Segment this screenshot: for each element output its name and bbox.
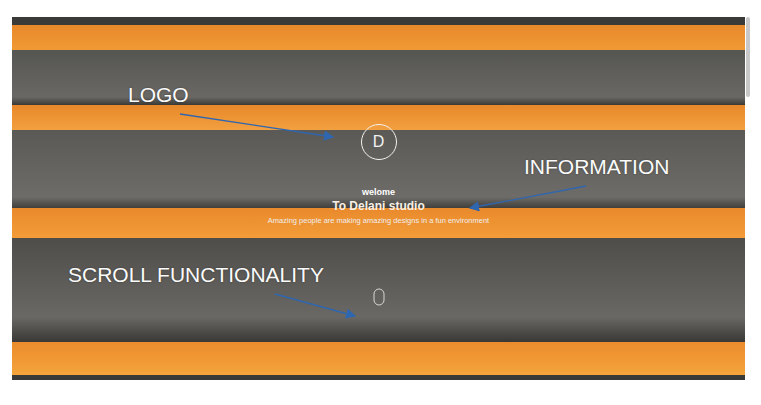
annotation-arrow xyxy=(275,294,355,316)
hero-section: D welome To Delani studio Amazing people… xyxy=(12,17,745,380)
logo[interactable]: D xyxy=(361,124,397,160)
annotation-arrows xyxy=(0,0,761,405)
page: D welome To Delani studio Amazing people… xyxy=(0,0,761,405)
hero-info: welome To Delani studio Amazing people a… xyxy=(268,186,489,226)
annotation-label: INFORMATION xyxy=(524,155,669,179)
annotation-label: SCROLL FUNCTIONALITY xyxy=(68,263,324,287)
annotation-label: LOGO xyxy=(128,83,189,107)
annotation-arrow xyxy=(180,114,333,137)
greeting: welome xyxy=(362,186,395,198)
annotation-arrow xyxy=(470,186,586,208)
scroll-mouse-icon[interactable] xyxy=(373,288,385,306)
hero-title: To Delani studio xyxy=(332,198,424,215)
tagline: Amazing people are making amazing design… xyxy=(268,216,489,226)
scrollbar[interactable] xyxy=(746,17,750,97)
